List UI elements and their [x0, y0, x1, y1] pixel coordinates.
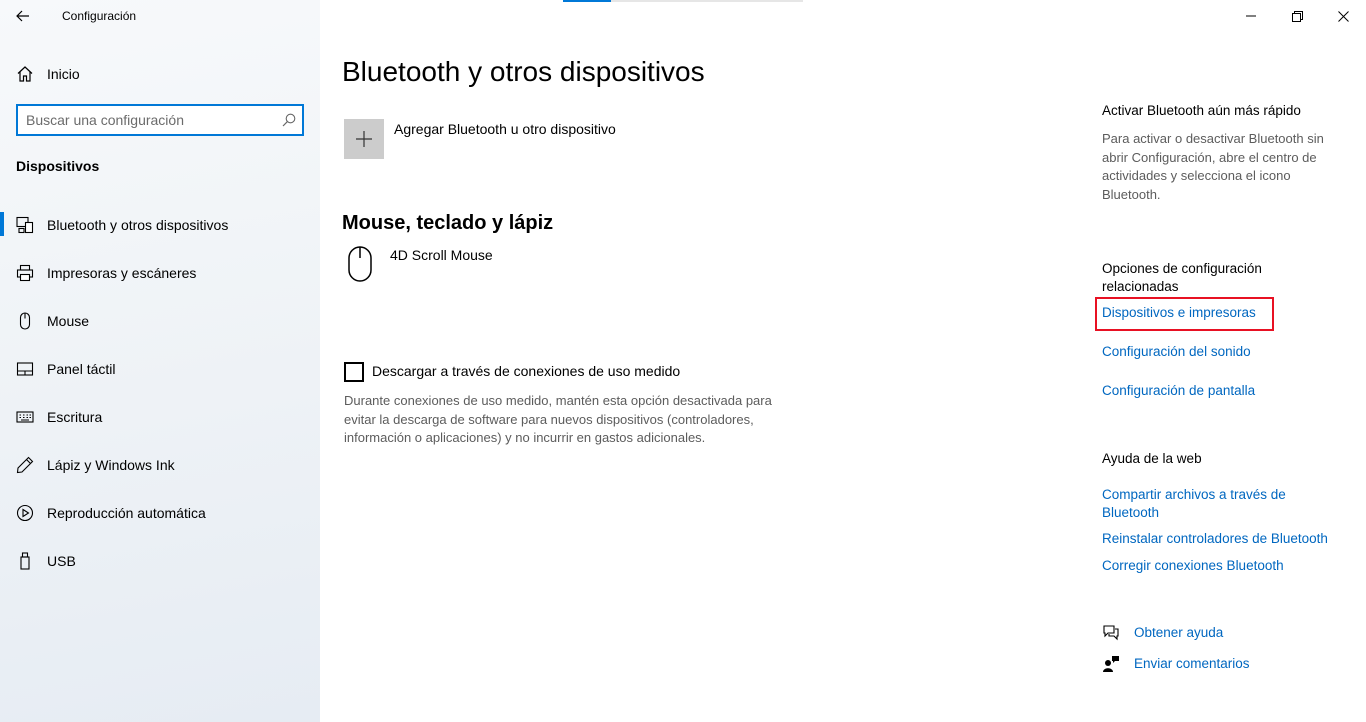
- sidebar-item-printers[interactable]: Impresoras y escáneres: [0, 248, 320, 296]
- touchpad-icon: [16, 362, 34, 376]
- get-help-label: Obtener ayuda: [1134, 625, 1224, 640]
- search-box[interactable]: [16, 104, 304, 136]
- feedback-person-icon: [1103, 656, 1119, 672]
- back-button[interactable]: [8, 2, 38, 30]
- minimize-button[interactable]: [1228, 0, 1274, 32]
- send-feedback-link[interactable]: Enviar comentarios: [1102, 653, 1250, 675]
- metered-connection-description: Durante conexiones de uso medido, mantén…: [344, 393, 772, 445]
- metered-connection-checkbox[interactable]: [344, 362, 364, 382]
- sidebar-item-pen[interactable]: Lápiz y Windows Ink: [0, 440, 320, 488]
- printer-icon: [16, 264, 34, 282]
- page-title: Bluetooth y otros dispositivos: [342, 56, 705, 87]
- device-group-title: Mouse, teclado y lápiz: [342, 212, 554, 234]
- add-device-label[interactable]: Agregar Bluetooth u otro dispositivo: [394, 121, 616, 137]
- restore-icon: [1291, 10, 1303, 22]
- mouse-icon: [19, 312, 31, 330]
- sidebar-item-label: Reproducción automática: [47, 505, 206, 521]
- related-settings-title: Opciones de configuración relacionadas: [1102, 261, 1262, 294]
- sidebar-item-label: Mouse: [47, 313, 90, 329]
- related-settings-section: Opciones de configuración relacionadas: [1102, 260, 1302, 296]
- web-help-title: Ayuda de la web: [1102, 451, 1202, 466]
- restore-button[interactable]: [1274, 0, 1320, 32]
- sidebar-item-bluetooth[interactable]: Bluetooth y otros dispositivos: [0, 200, 320, 248]
- display-settings-link[interactable]: Configuración de pantalla: [1102, 382, 1352, 400]
- section-heading: Dispositivos: [16, 158, 100, 174]
- sidebar-item-typing[interactable]: Escritura: [0, 392, 320, 440]
- sidebar-item-touchpad[interactable]: Panel táctil: [0, 344, 320, 392]
- home-icon: [17, 66, 33, 82]
- sidebar-item-usb[interactable]: USB: [0, 536, 320, 584]
- sidebar-item-mouse[interactable]: Mouse: [0, 296, 320, 344]
- sidebar-item-label: USB: [47, 553, 76, 569]
- pen-icon: [16, 456, 34, 474]
- loading-indicator: [563, 0, 803, 2]
- usb-icon: [20, 552, 30, 570]
- devices-printers-link[interactable]: Dispositivos e impresoras: [1102, 304, 1352, 322]
- metered-connection-label[interactable]: Descargar a través de conexiones de uso …: [372, 363, 680, 379]
- bluetooth-devices-icon: [16, 216, 34, 234]
- close-icon: [1337, 10, 1349, 22]
- home-label: Inicio: [47, 66, 80, 82]
- fix-connections-link[interactable]: Corregir conexiones Bluetooth: [1102, 557, 1352, 575]
- keyboard-icon: [16, 411, 34, 423]
- search-icon[interactable]: [282, 113, 296, 127]
- reinstall-drivers-link[interactable]: Reinstalar controladores de Bluetooth: [1102, 530, 1352, 548]
- quick-bluetooth-title: Activar Bluetooth aún más rápido: [1102, 103, 1301, 118]
- back-arrow-icon: [16, 10, 29, 22]
- sidebar-item-autoplay[interactable]: Reproducción automática: [0, 488, 320, 536]
- search-input[interactable]: [26, 110, 276, 130]
- device-item[interactable]: 4D Scroll Mouse: [390, 247, 493, 263]
- app-title: Configuración: [62, 9, 137, 23]
- sidebar-item-label: Escritura: [47, 409, 103, 425]
- share-files-bluetooth-link[interactable]: Compartir archivos a través de Bluetooth: [1102, 486, 1317, 522]
- mouse-icon: [348, 246, 372, 282]
- sidebar-item-label: Lápiz y Windows Ink: [47, 457, 175, 473]
- title-bar: Configuración: [0, 0, 320, 32]
- autoplay-icon: [16, 504, 34, 522]
- plus-icon: [356, 131, 372, 147]
- send-feedback-label: Enviar comentarios: [1134, 656, 1250, 671]
- sidebar-item-label: Panel táctil: [47, 361, 116, 377]
- sound-settings-link[interactable]: Configuración del sonido: [1102, 343, 1352, 361]
- add-device-button[interactable]: [344, 119, 384, 159]
- help-chat-icon: [1103, 625, 1119, 641]
- sidebar: Configuración Inicio Dispositivos Blueto…: [0, 0, 320, 722]
- sidebar-item-label: Bluetooth y otros dispositivos: [47, 217, 229, 233]
- close-button[interactable]: [1320, 0, 1366, 32]
- home-nav-item[interactable]: Inicio: [0, 58, 320, 88]
- sidebar-nav: Bluetooth y otros dispositivos Impresora…: [0, 200, 320, 584]
- sidebar-item-label: Impresoras y escáneres: [47, 265, 197, 281]
- quick-bluetooth-description: Para activar o desactivar Bluetooth sin …: [1102, 131, 1324, 202]
- quick-bluetooth-section: Activar Bluetooth aún más rápido Para ac…: [1102, 102, 1352, 204]
- minimize-icon: [1246, 15, 1256, 17]
- get-help-link[interactable]: Obtener ayuda: [1102, 622, 1223, 644]
